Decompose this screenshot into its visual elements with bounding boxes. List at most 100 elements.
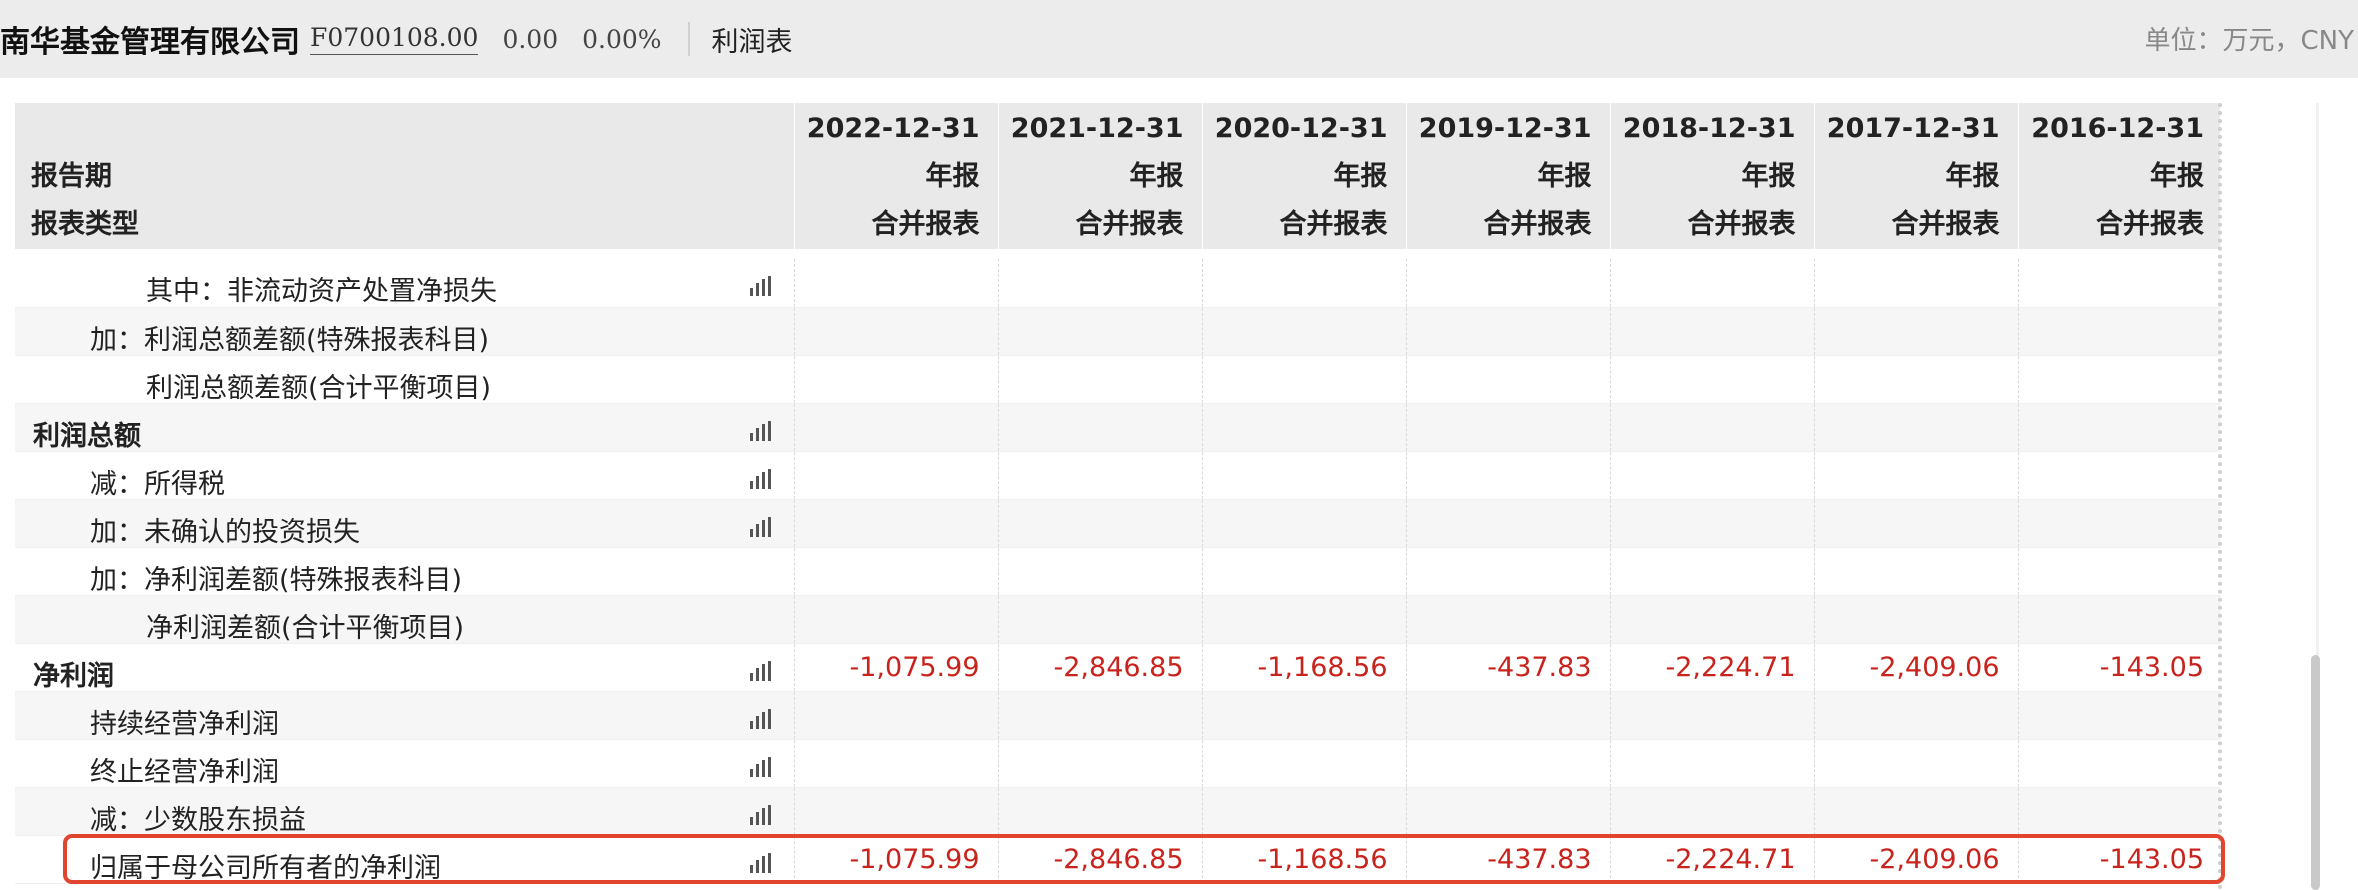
value-cell: [793, 595, 998, 644]
value-cell: [2017, 547, 2220, 596]
bar-chart-icon[interactable]: [748, 707, 773, 729]
unit-label: 单位：万元，CNY: [2144, 26, 2355, 56]
value-cell: [997, 307, 1202, 356]
value-cell: [2017, 739, 2220, 788]
value-cell: [2017, 403, 2220, 452]
value-cell: [793, 307, 998, 356]
row-label: 净利润: [33, 660, 114, 692]
value-cell: -1,075.99: [793, 643, 998, 692]
row-label-cell: 减：所得税: [15, 451, 794, 500]
table-row[interactable]: 净利润差额(合计平衡项目): [15, 595, 2220, 644]
value-cell: [997, 499, 1202, 548]
row-label-cell: 减：少数股东损益: [15, 787, 794, 836]
value-cell: [793, 739, 998, 788]
table-row[interactable]: 其中：非流动资产处置净损失: [15, 259, 2220, 308]
column-period: 年报: [1129, 161, 1184, 192]
value-cell: [1609, 499, 1814, 548]
value-cell: [1813, 739, 2018, 788]
bar-chart-icon[interactable]: [748, 851, 773, 873]
bar-chart-icon[interactable]: [748, 803, 773, 825]
value-cell: [1201, 547, 1406, 596]
row-label: 加：利润总额差额(特殊报表科目): [90, 324, 490, 356]
column-header: 2021-12-31 年报 合并报表: [997, 103, 1202, 249]
header-label-cell: 报告期 报表类型: [15, 103, 794, 249]
row-label: 净利润差额(合计平衡项目): [146, 612, 465, 644]
value-cell: [1609, 451, 1814, 500]
value-cell: [793, 259, 998, 308]
top-bar: 南华基金管理有限公司 F0700108.00 0.00 0.00% 利润表 单位…: [0, 0, 2358, 78]
value-cell: -2,846.85: [997, 643, 1202, 692]
value-cell: [2017, 259, 2220, 308]
value-cell: [793, 691, 998, 740]
row-label: 其中：非流动资产处置净损失: [146, 276, 497, 307]
table-row[interactable]: 持续经营净利润: [15, 691, 2220, 740]
value-cell: [1609, 595, 1814, 644]
value-cell: [1609, 787, 1814, 836]
table-row[interactable]: 净利润 -1,075.99 -2,846.85 -1,168.56 -437.83 -2,…: [15, 643, 2220, 692]
table-row[interactable]: 利润总额: [15, 403, 2220, 452]
company-name: 南华基金管理有限公司: [0, 25, 300, 60]
bar-chart-icon[interactable]: [748, 274, 773, 296]
value-cell: [793, 499, 998, 548]
value-cell: [997, 787, 1202, 836]
column-date: 2019-12-31: [1418, 113, 1592, 144]
bar-chart-icon[interactable]: [748, 659, 773, 681]
row-label: 持续经营净利润: [90, 708, 279, 740]
value-cell: -2,846.85: [997, 835, 1202, 884]
value-cell: [997, 403, 1202, 452]
table-row[interactable]: 利润总额差额(合计平衡项目): [15, 355, 2220, 404]
column-period: 年报: [1741, 161, 1796, 192]
value-cell: [1609, 691, 1814, 740]
value-cell: [997, 595, 1202, 644]
value-cell: [1201, 499, 1406, 548]
scrollbar-thumb[interactable]: [2311, 655, 2320, 890]
bar-chart-icon[interactable]: [748, 467, 773, 489]
value-cell: [2017, 451, 2220, 500]
column-header: 2022-12-31 年报 合并报表: [793, 103, 998, 249]
table-row[interactable]: 加：利润总额差额(特殊报表科目): [15, 307, 2220, 356]
value-cell: [793, 547, 998, 596]
table-row[interactable]: 加：未确认的投资损失: [15, 499, 2220, 548]
row-label: 归属于母公司所有者的净利润: [90, 852, 441, 884]
table-row[interactable]: 终止经营净利润: [15, 739, 2220, 788]
value-cell: [2017, 595, 2220, 644]
row-label-cell: 加：净利润差额(特殊报表科目): [15, 547, 794, 596]
value-cell: [1813, 547, 2018, 596]
value-cell: [1609, 403, 1814, 452]
table-row[interactable]: 加：净利润差额(特殊报表科目): [15, 547, 2220, 596]
bar-chart-icon[interactable]: [748, 755, 773, 777]
value-cell: [1201, 595, 1406, 644]
bar-chart-icon[interactable]: [748, 515, 773, 537]
value-cell: [1609, 307, 1814, 356]
bar-chart-icon[interactable]: [748, 419, 773, 441]
period-header-label: 报告期: [31, 161, 112, 192]
value-cell: -1,168.56: [1201, 643, 1406, 692]
row-label-cell: 持续经营净利润: [15, 691, 794, 740]
table-row[interactable]: 归属于母公司所有者的净利润 -1,075.99 -2,846.85 -1,168.56…: [15, 835, 2220, 884]
value-cell: -2,224.71: [1609, 835, 1814, 884]
value-cell: [1201, 259, 1406, 308]
income-statement-table-container: 报告期 报表类型 2022-12-31 年报 合并报表 2021-12-31 年…: [15, 103, 2220, 890]
value-cell: [997, 355, 1202, 404]
value-cell: [1405, 355, 1610, 404]
value-cell: [1405, 787, 1610, 836]
value-cell: -2,224.71: [1609, 643, 1814, 692]
table-row[interactable]: 减：所得税: [15, 451, 2220, 500]
value-cell: [1813, 307, 2018, 356]
value-cell: [1405, 403, 1610, 452]
value-cell: -2,409.06: [1813, 835, 2018, 884]
price-value: 0.00: [502, 24, 559, 54]
value-cell: -143.05: [2017, 643, 2220, 692]
column-date: 2017-12-31: [1826, 113, 2000, 144]
value-cell: [1609, 739, 1814, 788]
value-cell: [1201, 691, 1406, 740]
security-code-link[interactable]: F0700108.00: [310, 23, 479, 55]
value-cell: [2017, 355, 2220, 404]
value-cell: [1405, 691, 1610, 740]
column-date: 2022-12-31: [806, 113, 980, 144]
column-date: 2021-12-31: [1010, 113, 1184, 144]
divider: [687, 22, 690, 56]
value-cell: [1405, 259, 1610, 308]
value-cell: [1405, 451, 1610, 500]
table-row[interactable]: 减：少数股东损益: [15, 787, 2220, 836]
